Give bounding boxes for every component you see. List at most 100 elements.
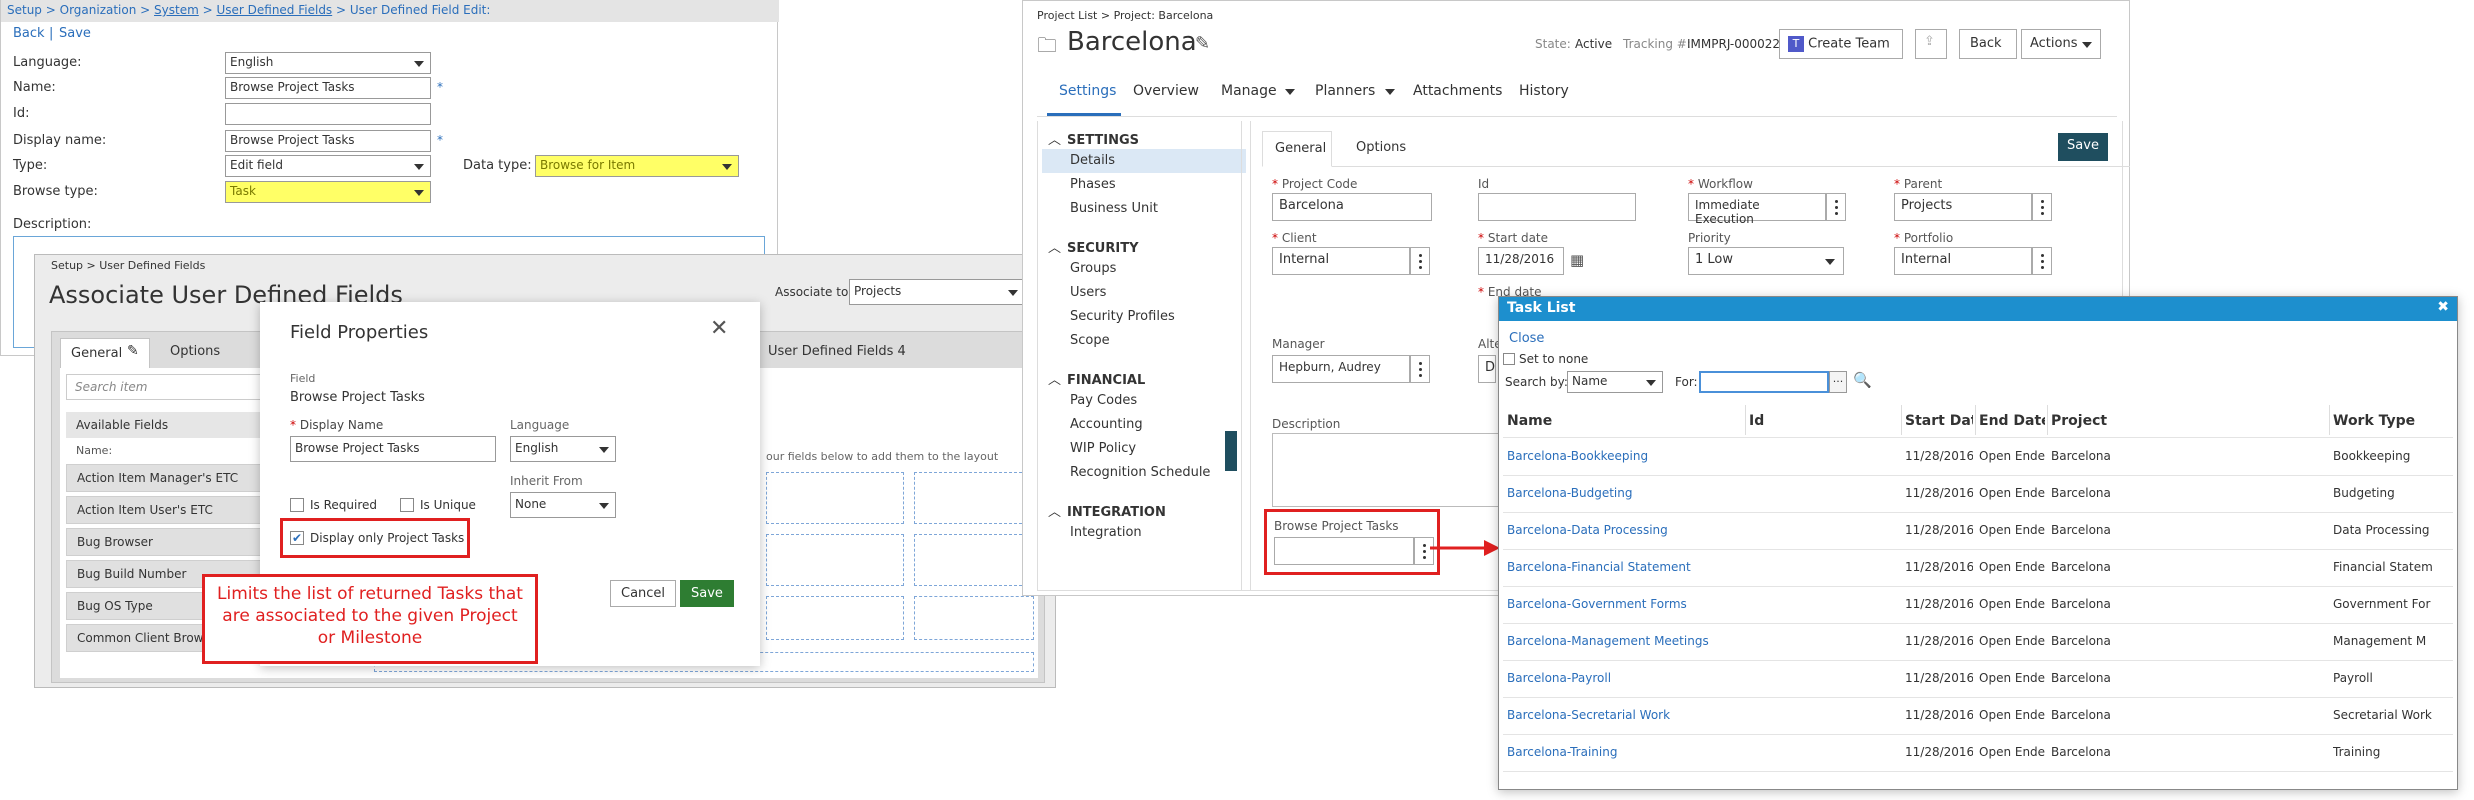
close-icon[interactable]: ✖ (2437, 299, 2449, 315)
client-more-icon[interactable] (1410, 247, 1430, 275)
tab-udf-4[interactable]: User Defined Fields 4 (768, 344, 906, 359)
layout-slot[interactable] (914, 596, 1034, 640)
table-row[interactable]: Barcelona-Government Forms 11/28/2016 Open… (1503, 587, 2453, 624)
associate-to-select[interactable]: Projects (849, 279, 1025, 305)
save-button[interactable]: Save (2058, 133, 2108, 161)
layout-slot[interactable] (766, 534, 904, 586)
task-link[interactable]: Barcelona-Government Forms (1507, 597, 1743, 611)
sidebar-item[interactable]: Integration (1042, 521, 1246, 545)
tab-manage[interactable]: Manage (1221, 83, 1277, 99)
column-header[interactable]: Name (1507, 413, 1743, 429)
sidebar-section-header[interactable]: ︿ SETTINGS (1048, 129, 1139, 148)
sidebar-item[interactable]: Business Unit (1042, 197, 1246, 221)
parent-field[interactable]: Projects (1894, 193, 2032, 221)
manager-field[interactable]: Hepburn, Audrey (1272, 355, 1410, 383)
tab-settings[interactable]: Settings (1059, 83, 1116, 99)
cancel-button[interactable]: Cancel (610, 580, 677, 607)
table-row[interactable]: Barcelona-Payroll 11/28/2016 Open Ended Bar… (1503, 661, 2453, 698)
tab-history[interactable]: History (1519, 83, 1569, 99)
search-input[interactable] (1699, 371, 1829, 393)
sidebar-item[interactable]: Security Profiles (1042, 305, 1246, 329)
save-button[interactable]: Save (680, 580, 734, 607)
table-row[interactable]: Barcelona-Data Processing 11/28/2016 Open … (1503, 513, 2453, 550)
portfolio-field[interactable]: Internal (1894, 247, 2032, 275)
share-icon[interactable]: ⇪ (1915, 29, 1947, 59)
task-link[interactable]: Barcelona-Management Meetings (1507, 634, 1743, 648)
display-name-field[interactable]: Browse Project Tasks (290, 436, 496, 462)
client-field[interactable]: Internal (1272, 247, 1410, 275)
browse-type-select[interactable]: Task (225, 181, 431, 203)
subtab-general[interactable]: General (1262, 131, 1332, 167)
sidebar-item[interactable]: Phases (1042, 173, 1246, 197)
sidebar-section-header[interactable]: ︿ FINANCIAL (1048, 369, 1145, 388)
tab-options[interactable]: Options (170, 344, 220, 359)
id-field[interactable] (225, 103, 431, 125)
alternate-field[interactable]: D (1478, 355, 1496, 383)
task-link[interactable]: Barcelona-Training (1507, 745, 1743, 759)
column-header[interactable]: Start Date (1905, 413, 1973, 429)
sidebar-item[interactable]: Pay Codes (1042, 389, 1246, 413)
sidebar-item[interactable]: WIP Policy (1042, 437, 1246, 461)
parent-more-icon[interactable] (2032, 193, 2052, 221)
description-textarea[interactable] (1272, 433, 1508, 507)
workflow-field[interactable]: Immediate Execution (1688, 193, 1826, 226)
project-code-field[interactable]: Barcelona (1272, 193, 1432, 221)
sidebar-item[interactable]: Groups (1042, 257, 1246, 281)
sidebar-section-header[interactable]: ︿ INTEGRATION (1048, 501, 1166, 520)
table-row[interactable]: Barcelona-Financial Statement 11/28/2016 O… (1503, 550, 2453, 587)
table-row[interactable]: Barcelona-Budgeting 11/28/2016 Open Ended B… (1503, 476, 2453, 513)
breadcrumb-link[interactable]: User Defined Fields (216, 3, 332, 17)
collapse-sidebar-handle[interactable] (1225, 431, 1237, 471)
sidebar-item[interactable]: Scope (1042, 329, 1246, 353)
tab-general[interactable]: General ✎ (60, 338, 150, 368)
sidebar-item[interactable]: Recognition Schedule (1042, 461, 1246, 485)
column-header[interactable]: Project (2051, 413, 2301, 429)
breadcrumb-link[interactable]: Setup (7, 3, 42, 17)
set-to-none-checkbox[interactable] (1503, 353, 1515, 365)
column-header[interactable]: End Date (1979, 413, 2045, 429)
save-link[interactable]: Save (59, 26, 91, 41)
actions-menu[interactable]: Actions (2021, 29, 2101, 59)
browse-tasks-field[interactable] (1274, 537, 1414, 565)
sidebar-item[interactable]: Details (1042, 149, 1246, 173)
start-date-field[interactable]: 11/28/2016 (1478, 247, 1564, 275)
tab-attachments[interactable]: Attachments (1413, 83, 1502, 99)
table-row[interactable]: Barcelona-Secretarial Work 11/28/2016 Open… (1503, 698, 2453, 735)
id-field[interactable] (1478, 193, 1636, 221)
sidebar-item[interactable]: Accounting (1042, 413, 1246, 437)
back-button[interactable]: Back (1959, 29, 2017, 59)
create-team-button[interactable]: T Create Team (1779, 29, 1903, 59)
task-link[interactable]: Barcelona-Budgeting (1507, 486, 1743, 500)
sidebar-section-header[interactable]: ︿ SECURITY (1048, 237, 1138, 256)
display-name-field[interactable]: Browse Project Tasks (225, 130, 431, 152)
search-by-select[interactable]: Name (1567, 371, 1663, 393)
portfolio-more-icon[interactable] (2032, 247, 2052, 275)
search-icon[interactable]: 🔍 (1853, 371, 1872, 389)
type-select[interactable]: Edit field (225, 155, 431, 177)
task-link[interactable]: Barcelona-Payroll (1507, 671, 1743, 685)
table-row[interactable]: Barcelona-Training 11/28/2016 Open Ended Ba… (1503, 735, 2453, 772)
task-link[interactable]: Barcelona-Secretarial Work (1507, 708, 1743, 722)
name-field[interactable]: Browse Project Tasks (225, 77, 431, 99)
column-header[interactable]: Id (1749, 413, 1895, 429)
data-type-select[interactable]: Browse for Item (535, 155, 739, 177)
display-only-checkbox[interactable]: ✔ (290, 531, 304, 545)
manager-more-icon[interactable] (1410, 355, 1430, 383)
lookup-button[interactable]: ... (1829, 371, 1847, 393)
breadcrumb-link[interactable]: System (154, 3, 199, 17)
inherit-from-select[interactable]: None (510, 492, 616, 518)
tab-planners[interactable]: Planners (1315, 83, 1375, 99)
back-link[interactable]: Back (13, 26, 45, 41)
is-unique-checkbox[interactable] (400, 498, 414, 512)
subtab-options[interactable]: Options (1356, 140, 1406, 155)
sidebar-item[interactable]: Users (1042, 281, 1246, 305)
calendar-icon[interactable]: ▦ (1570, 251, 1584, 269)
close-icon[interactable]: ✕ (710, 316, 728, 341)
language-select[interactable]: English (225, 52, 431, 74)
table-row[interactable]: Barcelona-Management Meetings 11/28/2016 O… (1503, 624, 2453, 661)
is-required-checkbox[interactable] (290, 498, 304, 512)
pencil-icon[interactable]: ✎ (1195, 33, 1210, 54)
task-link[interactable]: Barcelona-Financial Statement (1507, 560, 1743, 574)
language-select[interactable]: English (510, 436, 616, 462)
workflow-more-icon[interactable] (1826, 193, 1846, 221)
